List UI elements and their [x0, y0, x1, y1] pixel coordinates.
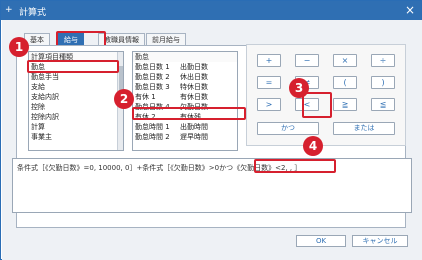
item-row[interactable]: 勤怠日数 1 出勤日数 [133, 62, 237, 72]
tab-prev-salary[interactable]: 前月給与 [146, 33, 186, 45]
category-item[interactable]: 支給 [29, 82, 123, 92]
item-label: 出勤時間 [180, 123, 208, 131]
item-list-header: 勤怠 [133, 52, 237, 62]
dialog-body: 基本 給与 教職員情報 前月給与 計算項目種類 勤怠 勤怠手当 支給 支給内訳 … [2, 20, 422, 260]
item-label: 遅早時間 [180, 133, 208, 141]
item-code: 有休 1 [135, 93, 156, 101]
step-badge-1: 1 [9, 37, 29, 57]
title-bar: + 計算式 × [1, 1, 421, 20]
close-paren-button[interactable]: ) [371, 76, 395, 89]
step-badge-4: 4 [303, 136, 323, 156]
category-item[interactable]: 計算 [29, 122, 123, 132]
greater-equal-button[interactable]: ≧ [333, 98, 357, 111]
category-item[interactable]: 勤怠手当 [29, 72, 123, 82]
less-equal-button[interactable]: ≦ [371, 98, 395, 111]
equals-button[interactable]: = [257, 76, 281, 89]
divide-button[interactable]: ÷ [371, 54, 395, 67]
item-code: 勤怠日数 3 [135, 83, 170, 91]
item-row[interactable]: 有休 1 有休日数 [133, 92, 237, 102]
category-item[interactable]: 事業主 [29, 132, 123, 142]
or-button[interactable]: または [333, 122, 395, 135]
category-item[interactable]: 控除内訳 [29, 112, 123, 122]
open-paren-button[interactable]: ( [333, 76, 357, 89]
highlight-item [132, 107, 246, 120]
formula-editor[interactable]: 条件式［《欠勤日数》=0, 10000, 0］+条件式［《欠勤日数》>0かつ《欠… [12, 158, 412, 213]
item-list[interactable]: 勤怠 勤怠日数 1 出勤日数 勤怠日数 2 休出日数 勤怠日数 3 特休日数 有休 1… [132, 51, 238, 151]
item-label: 休出日数 [180, 73, 208, 81]
formula-dialog: + 計算式 × 基本 給与 教職員情報 前月給与 計算項目種類 勤怠 勤怠手当 … [0, 0, 422, 260]
and-button[interactable]: かつ [257, 122, 319, 135]
item-label: 有休日数 [180, 93, 208, 101]
highlight-formula [254, 159, 336, 173]
highlight-operator [302, 92, 332, 118]
step-badge-3: 3 [289, 78, 309, 98]
ok-button[interactable]: OK [296, 235, 346, 247]
window-title: 計算式 [19, 8, 47, 18]
close-icon[interactable]: × [405, 3, 415, 17]
item-code: 勤怠日数 1 [135, 63, 170, 71]
plus-button[interactable]: + [257, 54, 281, 67]
item-label: 特休日数 [180, 83, 208, 91]
multiply-button[interactable]: × [333, 54, 357, 67]
cancel-button[interactable]: キャンセル [352, 235, 408, 247]
highlight-category [27, 60, 119, 73]
item-row[interactable]: 勤怠時間 1 出勤時間 [133, 122, 237, 132]
step-badge-2: 2 [114, 89, 134, 109]
app-icon: + [5, 5, 13, 15]
item-row[interactable]: 勤怠日数 2 休出日数 [133, 72, 237, 82]
category-item[interactable]: 控除 [29, 102, 123, 112]
greater-than-button[interactable]: > [257, 98, 281, 111]
item-label: 出勤日数 [180, 63, 208, 71]
item-code: 勤怠時間 2 [135, 133, 170, 141]
minus-button[interactable]: − [295, 54, 319, 67]
category-item[interactable]: 支給内訳 [29, 92, 123, 102]
item-code: 勤怠時間 1 [135, 123, 170, 131]
item-row[interactable]: 勤怠日数 3 特休日数 [133, 82, 237, 92]
item-row[interactable]: 勤怠時間 2 遅早時間 [133, 132, 237, 142]
item-code: 勤怠日数 2 [135, 73, 170, 81]
